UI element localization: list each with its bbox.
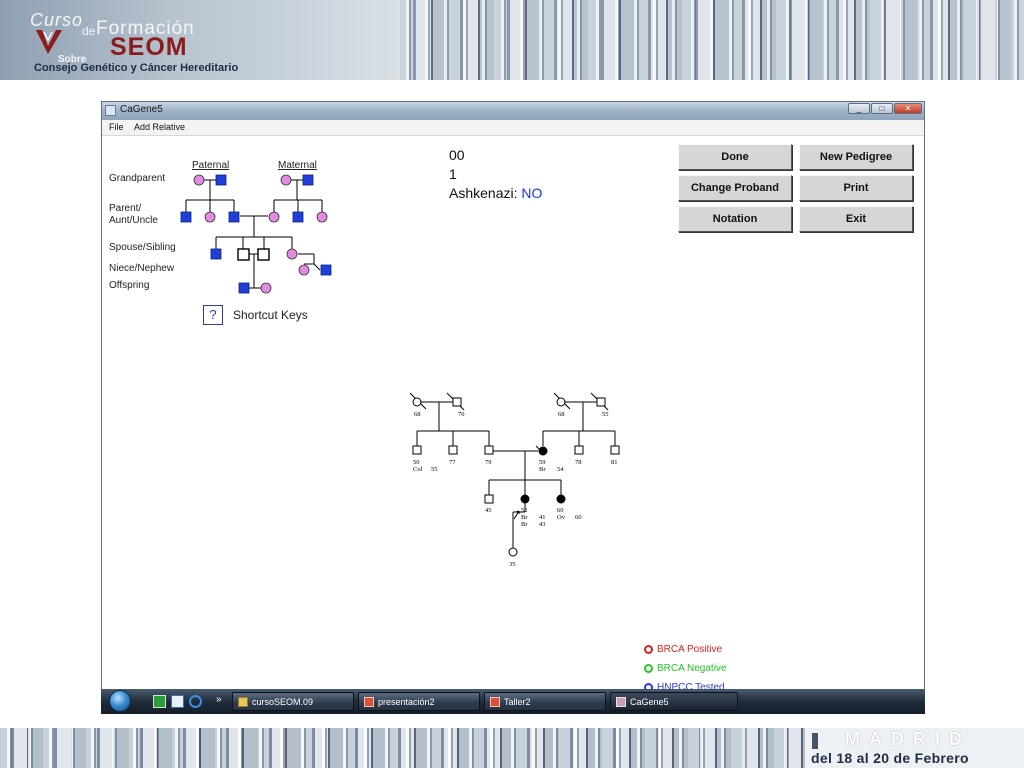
internet-explorer-icon[interactable]	[189, 695, 202, 708]
sister-dx: Ov	[557, 514, 566, 521]
task-label-presentacion2: presentación2	[378, 696, 435, 707]
cagene-app-icon	[616, 696, 626, 707]
print-button[interactable]: Print	[799, 175, 913, 201]
notation-button[interactable]: Notation	[678, 206, 792, 232]
task-label-cagene5: CaGene5	[630, 696, 669, 707]
task-cagene5[interactable]: CaGene5	[610, 692, 738, 711]
done-button[interactable]: Done	[678, 144, 792, 170]
mgm-age: 55	[602, 411, 609, 418]
mother-dx-age: 54	[557, 466, 564, 473]
uncle2-age: 77	[449, 459, 456, 466]
task-label-cursoseom09: cursoSEOM.09	[252, 696, 314, 707]
task-cursoseom09[interactable]: cursoSEOM.09	[232, 692, 354, 711]
shortcut-keys-label: Shortcut Keys	[233, 308, 308, 322]
relative-key-diagram	[180, 174, 332, 294]
maternal-uncle-age: 81	[611, 459, 618, 466]
ashkenazi-label: Ashkenazi:	[449, 185, 518, 201]
uncle1-age: 50	[413, 459, 420, 466]
family-pedigree-chart: 68 70 68 55 50 Col 55 77 79 59 Br 54 78 …	[409, 392, 620, 568]
windows-taskbar: » cursoSEOM.09 presentación2 Taller2 CaG…	[101, 689, 925, 714]
quick-launch-green-icon[interactable]	[153, 695, 166, 708]
sister-dx-age: 60	[575, 514, 582, 521]
proband-dx2: Br	[521, 521, 528, 528]
mother-age: 59	[539, 459, 546, 466]
legend-brca-negative: BRCA Negative	[644, 663, 726, 674]
new-pedigree-button[interactable]: New Pedigree	[799, 144, 913, 170]
father-age: 79	[485, 459, 492, 466]
task-presentacion2[interactable]: presentación2	[358, 692, 480, 711]
slide-header-banner: Curso de Formación SEOM Sobre Consejo Ge…	[0, 0, 1024, 80]
proband-dx1: Br	[521, 514, 528, 521]
brother-age: 45	[485, 507, 492, 514]
logo-subtitle-text: Consejo Genético y Cáncer Hereditario	[34, 62, 239, 74]
footer-accent-bar	[812, 733, 818, 749]
brca-negative-circle-icon	[644, 664, 653, 673]
family-id: 00	[449, 147, 465, 163]
brca-positive-circle-icon	[644, 645, 653, 654]
legend-brca-positive: BRCA Positive	[644, 644, 722, 655]
footer-city: MADRID	[845, 729, 971, 749]
mother-dx: Br	[539, 466, 546, 473]
mgf-age: 68	[558, 411, 565, 418]
powerpoint-icon	[364, 696, 374, 707]
legend-brca-positive-label: BRCA Positive	[657, 644, 723, 655]
start-button[interactable]	[109, 690, 131, 712]
uncle1-dx: Col	[413, 466, 423, 473]
proband-id: 1	[449, 166, 457, 182]
task-taller2[interactable]: Taller2	[484, 692, 606, 711]
quick-launch-chevron-icon[interactable]: »	[216, 694, 222, 705]
pgf-age: 68	[414, 411, 421, 418]
sister-age: 60	[557, 507, 564, 514]
folder-icon	[238, 696, 248, 707]
show-desktop-icon[interactable]	[171, 695, 184, 708]
shortcut-keys-help-button[interactable]: ?	[203, 305, 223, 325]
maximize-button[interactable]: □	[871, 103, 893, 114]
task-label-taller2: Taller2	[504, 696, 531, 707]
proband-age: 52	[521, 507, 528, 514]
footer-dates: del 18 al 20 de Febrero	[811, 750, 969, 766]
change-proband-button[interactable]: Change Proband	[678, 175, 792, 201]
exit-button[interactable]: Exit	[799, 206, 913, 232]
proband-dx2-age: 43	[539, 521, 546, 528]
logo-seom-text: SEOM	[110, 33, 188, 61]
course-v-emblem-icon	[36, 30, 62, 54]
proband-dx1-age: 41	[539, 514, 546, 521]
banner-stripes-decoration	[400, 0, 1024, 80]
cagene-window: CaGene5 _ □ ✕ File Add Relative Grandpar…	[101, 101, 925, 713]
legend-brca-negative-label: BRCA Negative	[657, 663, 727, 674]
logo-de-text: de	[82, 24, 96, 38]
minimize-button[interactable]: _	[848, 103, 870, 114]
course-logo-area: Curso de Formación SEOM Sobre Consejo Ge…	[0, 0, 400, 80]
powerpoint-icon	[490, 696, 500, 707]
uncle1-dx-age: 55	[431, 466, 438, 473]
maternal-aunt-age: 78	[575, 459, 582, 466]
pgm-age: 70	[458, 411, 465, 418]
ashkenazi-value: NO	[521, 185, 543, 201]
daughter-age: 35	[509, 561, 516, 568]
ashkenazi-status: Ashkenazi: NO	[449, 185, 542, 201]
close-button[interactable]: ✕	[894, 103, 922, 114]
